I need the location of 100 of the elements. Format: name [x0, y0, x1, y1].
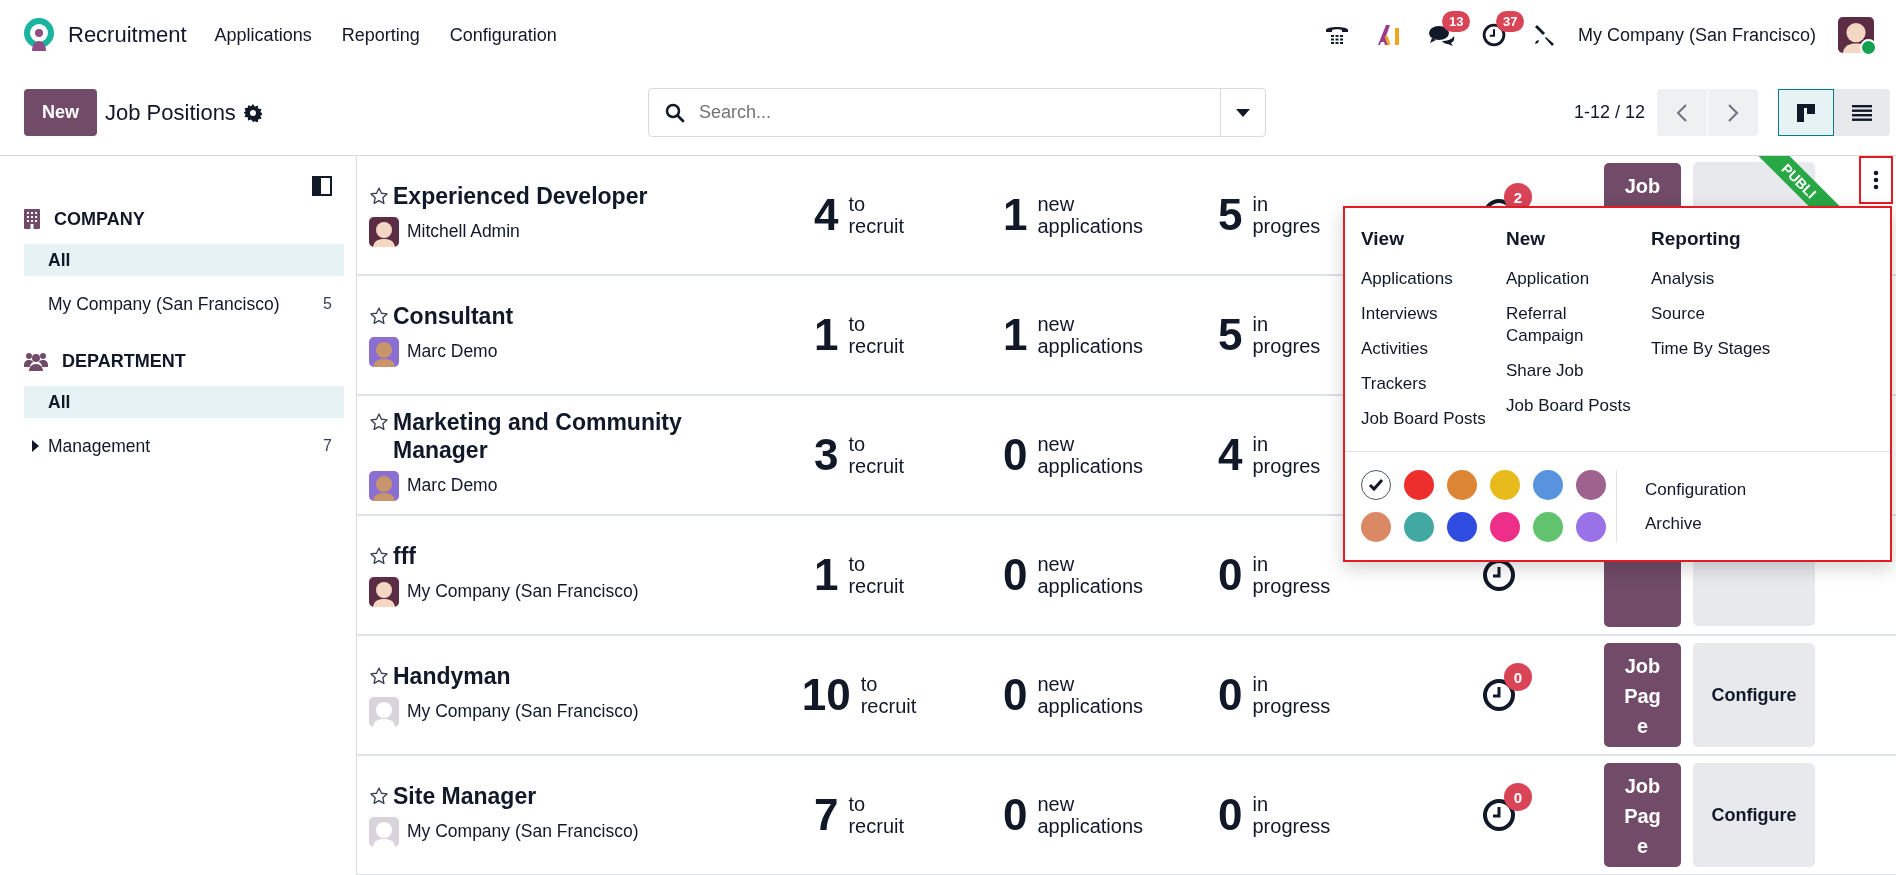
- stat-label: in progress: [1252, 553, 1331, 597]
- pager-value[interactable]: 1-12 / 12: [1573, 102, 1645, 123]
- kebab-icon: [1873, 170, 1879, 190]
- color-swatch[interactable]: [1533, 512, 1563, 543]
- stat-label: new applications: [1037, 793, 1144, 837]
- star-icon[interactable]: [369, 666, 389, 687]
- stat-value: 0: [1002, 430, 1028, 480]
- stat-label: to recruit: [848, 313, 904, 357]
- app-name[interactable]: Recruitment: [68, 22, 187, 48]
- avatar: [369, 216, 399, 247]
- sidebar-item[interactable]: Management 7: [24, 430, 344, 462]
- menu-item[interactable]: Job Board Posts: [1506, 395, 1644, 418]
- stat-value: 7: [813, 790, 839, 840]
- view-switch-button[interactable]: [1834, 89, 1890, 136]
- menu-item[interactable]: Interviews: [1361, 303, 1499, 326]
- color-swatch[interactable]: [1490, 512, 1520, 543]
- menu-item[interactable]: Archive: [1645, 514, 1747, 535]
- job-page-button[interactable]: Job Page: [1604, 643, 1681, 747]
- avatar: [369, 336, 399, 367]
- color-swatch[interactable]: [1533, 470, 1563, 501]
- menu-item[interactable]: Reporting: [341, 24, 420, 46]
- clock-icon[interactable]: [1482, 798, 1516, 832]
- job-page-button[interactable]: Job Page: [1604, 763, 1681, 867]
- color-swatch[interactable]: [1576, 470, 1606, 501]
- stat-label: in progress: [1252, 673, 1331, 717]
- color-swatch[interactable]: [1361, 470, 1391, 501]
- sidebar-toggle-icon[interactable]: [312, 176, 332, 196]
- menu-item[interactable]: Job Board Posts: [1361, 408, 1499, 431]
- star-icon[interactable]: [369, 786, 389, 807]
- more-button[interactable]: [1859, 156, 1893, 204]
- star-icon[interactable]: [369, 306, 389, 327]
- configure-button[interactable]: Configure: [1693, 763, 1815, 867]
- color-swatch[interactable]: [1447, 470, 1477, 501]
- company-switcher[interactable]: My Company (San Francisco): [1577, 24, 1816, 46]
- stat-value: 5: [1218, 310, 1243, 360]
- stat-value: 0: [1002, 790, 1028, 840]
- search-bar[interactable]: Search...: [648, 88, 1266, 137]
- stat-value: 0: [1002, 550, 1028, 600]
- item-count: 5: [323, 295, 332, 313]
- star-icon[interactable]: [369, 412, 389, 433]
- stat-label: new applications: [1037, 433, 1144, 477]
- avatar: [369, 816, 399, 847]
- color-swatch[interactable]: [1447, 512, 1477, 543]
- avatar: [369, 576, 399, 607]
- notification-badge: 37: [1495, 11, 1525, 32]
- color-swatch[interactable]: [1576, 512, 1606, 543]
- building-icon: [24, 209, 40, 229]
- menu-item[interactable]: Applications: [214, 24, 312, 46]
- configure-button[interactable]: Configure: [1693, 643, 1815, 747]
- menu-item[interactable]: Share Job: [1506, 360, 1644, 383]
- avatar: [369, 470, 399, 501]
- app-logo[interactable]: [22, 18, 56, 52]
- clock-icon[interactable]: [1482, 678, 1516, 712]
- menu-item[interactable]: Source: [1651, 303, 1789, 326]
- new-button[interactable]: New: [24, 89, 97, 136]
- stat-value: 0: [1218, 790, 1243, 840]
- list-icon: [1852, 103, 1872, 122]
- menu-heading: New: [1506, 228, 1547, 251]
- stat-value: 4: [1218, 430, 1243, 480]
- caret-icon[interactable]: [1236, 108, 1250, 117]
- stat-label: new applications: [1037, 313, 1144, 357]
- stat-value: 1: [813, 550, 839, 600]
- stat-value: 1: [1002, 310, 1028, 360]
- caret-icon[interactable]: [30, 440, 40, 452]
- job-title: Site Manager: [393, 783, 537, 811]
- star-icon[interactable]: [369, 186, 389, 207]
- stat-label: new applications: [1037, 673, 1144, 717]
- settings-icon[interactable]: [243, 103, 262, 122]
- stat-value: 1: [813, 310, 839, 360]
- menu-item[interactable]: Configuration: [449, 24, 557, 46]
- view-switch-button[interactable]: [1778, 89, 1834, 136]
- sidebar-item[interactable]: All: [24, 244, 344, 276]
- menu-item[interactable]: Referral Campaign: [1506, 303, 1644, 348]
- color-swatch[interactable]: [1404, 470, 1434, 501]
- menu-item[interactable]: Trackers: [1361, 373, 1499, 396]
- menu-item[interactable]: Activities: [1361, 338, 1499, 361]
- user-avatar[interactable]: [1838, 17, 1874, 53]
- job-subtitle: Mitchell Admin: [407, 221, 520, 243]
- color-swatch[interactable]: [1490, 470, 1520, 501]
- ai-icon[interactable]: [1375, 23, 1402, 47]
- stat-label: in progress: [1252, 793, 1331, 837]
- stat-label: to recruit: [848, 193, 904, 237]
- section-title: COMPANY: [54, 208, 145, 230]
- job-title: Consultant: [393, 303, 514, 331]
- menu-item[interactable]: Configuration: [1645, 480, 1747, 501]
- search-icon: [665, 102, 685, 123]
- activity-badge: 0: [1504, 783, 1532, 811]
- sidebar-item[interactable]: My Company (San Francisco) 5: [24, 288, 344, 320]
- job-title: Marketing and Community Manager: [393, 409, 683, 465]
- stat-label: to recruit: [848, 553, 904, 597]
- color-swatch[interactable]: [1361, 512, 1391, 543]
- stat-label: to recruit: [860, 673, 917, 717]
- sidebar-item[interactable]: All: [24, 386, 344, 418]
- color-swatch[interactable]: [1404, 512, 1434, 543]
- star-icon[interactable]: [369, 546, 389, 567]
- stat-value: 0: [1002, 670, 1028, 720]
- stat-label: to recruit: [848, 433, 904, 477]
- stat-value: 10: [801, 670, 851, 720]
- chevron-left-icon: [1676, 102, 1688, 123]
- menu-item[interactable]: Time By Stages: [1651, 338, 1789, 361]
